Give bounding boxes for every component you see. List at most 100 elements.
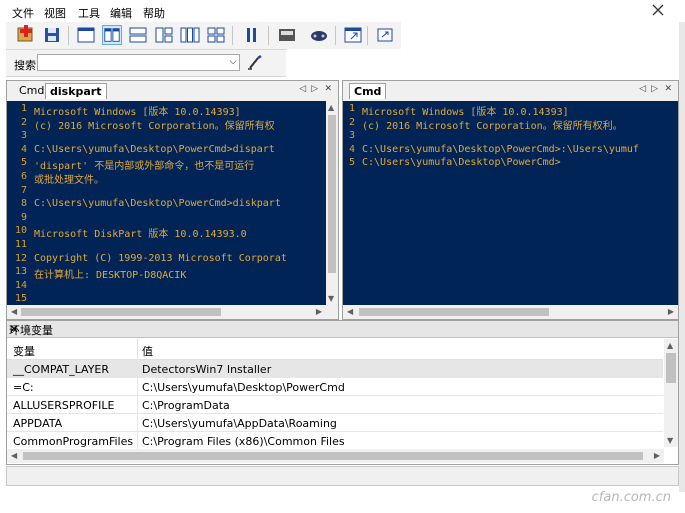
layout-horizontal-split-icon[interactable]	[128, 25, 148, 45]
layout-grid-icon[interactable]	[206, 25, 226, 45]
variable-value-cell: DetectorsWin7 Installer	[142, 363, 272, 376]
menu-view[interactable]: 视图	[44, 5, 66, 21]
table-row[interactable]: CommonProgramFiles C:\Program Files (x86)…	[7, 432, 663, 450]
column-divider	[137, 396, 138, 414]
console-line: (c) 2016 Microsoft Corporation。保留所有权利。	[362, 120, 623, 132]
line-number: 7	[20, 184, 27, 196]
console-line: C:\Users\yumufa\Desktop\PowerCmd>diskpar…	[34, 198, 281, 210]
tab-prev-icon[interactable]: ◁	[299, 84, 306, 94]
chevron-down-icon[interactable]: ⌵	[228, 55, 238, 70]
horizontal-scrollbar[interactable]: ◀ ▶	[7, 449, 664, 463]
layout-three-pane-icon[interactable]	[154, 25, 174, 45]
console-line: (c) 2016 Microsoft Corporation。保留所有权	[34, 120, 275, 132]
tab-diskpart[interactable]: diskpart	[45, 83, 107, 99]
toolbar-separator	[335, 26, 336, 45]
layout-vertical-split-icon[interactable]	[102, 25, 122, 45]
scroll-left-icon[interactable]: ◀	[347, 307, 353, 316]
scroll-left-icon[interactable]: ◀	[11, 451, 17, 460]
line-number: 9	[20, 211, 27, 223]
window-close-icon[interactable]	[639, 2, 679, 18]
line-number: 15	[14, 293, 27, 305]
menu-help[interactable]: 帮助	[143, 5, 165, 21]
toolbar-separator	[232, 26, 233, 45]
scroll-left-icon[interactable]: ◀	[11, 307, 17, 316]
scroll-thumb[interactable]	[328, 115, 336, 273]
search-bar: 搜索 ⌵	[6, 50, 286, 77]
console-output[interactable]: 1 Microsoft Windows [版本 10.0.14393] 2 (c) 2…	[343, 101, 678, 305]
scroll-right-icon[interactable]: ▶	[654, 451, 660, 460]
status-bar	[6, 466, 679, 486]
calculator-icon[interactable]	[277, 25, 297, 45]
horizontal-scrollbar[interactable]: ◀ ▶	[7, 305, 326, 319]
toolbar-separator	[68, 26, 69, 45]
variable-name-cell: =C:	[13, 381, 34, 394]
line-number: 5	[348, 157, 355, 169]
tab-cmd[interactable]: Cmd	[15, 83, 48, 99]
vertical-scrollbar[interactable]: ▲ ▼	[326, 101, 338, 305]
menu-file[interactable]: 文件	[12, 5, 34, 21]
column-header-value[interactable]: 值	[142, 343, 153, 359]
line-number: 12	[14, 252, 27, 264]
toolbar-separator	[367, 26, 368, 45]
scroll-thumb[interactable]	[23, 452, 643, 460]
variable-value-cell: C:\Users\yumufa\Desktop\PowerCmd	[142, 381, 345, 394]
console-line: Copyright (C) 1999-2013 Microsoft Corpor…	[34, 252, 287, 264]
export-icon[interactable]	[375, 25, 395, 45]
column-divider[interactable]	[137, 339, 138, 359]
close-icon[interactable]: ✕	[9, 322, 673, 336]
table-row[interactable]: =C: C:\Users\yumufa\Desktop\PowerCmd	[7, 378, 663, 396]
scroll-up-icon[interactable]: ▲	[667, 341, 673, 350]
variable-value-cell: C:\ProgramData	[142, 399, 230, 412]
variable-value-cell: C:\Program Files (x86)\Common Files	[142, 435, 345, 448]
horizontal-scrollbar[interactable]: ◀ ▶	[343, 305, 678, 319]
scroll-down-icon[interactable]: ▼	[667, 436, 673, 445]
menu-edit[interactable]: 编辑	[110, 5, 132, 21]
line-number: 4	[20, 143, 27, 155]
table-row[interactable]: ALLUSERSPROFILE C:\ProgramData	[7, 396, 663, 414]
tab-next-icon[interactable]: ▷	[651, 84, 658, 94]
tab-next-icon[interactable]: ▷	[311, 84, 318, 94]
scroll-thumb[interactable]	[666, 353, 676, 383]
tab-cmd[interactable]: Cmd	[349, 83, 387, 99]
open-window-icon[interactable]	[343, 25, 363, 45]
pane-close-icon[interactable]: ✕	[324, 84, 332, 94]
background-window-edge	[679, 22, 685, 492]
line-number: 10	[14, 225, 27, 237]
pane-close-icon[interactable]: ✕	[664, 84, 672, 94]
env-table-header: 变量 值	[7, 339, 663, 360]
search-input[interactable]	[37, 54, 240, 71]
pause-icon[interactable]	[242, 25, 262, 45]
scroll-right-icon[interactable]: ▶	[316, 307, 322, 316]
new-session-icon[interactable]	[16, 25, 36, 45]
line-number: 6	[20, 171, 27, 182]
left-console-pane: Cmd diskpart ◁ ▷ ✕ 1 Microsoft Windows [版…	[6, 80, 339, 320]
console-output[interactable]: 1 Microsoft Windows [版本 10.0.14393] 2 (c) 2…	[7, 101, 326, 305]
menu-tools[interactable]: 工具	[78, 5, 100, 21]
tab-prev-icon[interactable]: ◁	[639, 84, 646, 94]
console-line: 或批处理文件。	[34, 175, 104, 186]
scroll-right-icon[interactable]: ▶	[668, 307, 674, 316]
scroll-thumb[interactable]	[359, 308, 549, 316]
line-number: 11	[14, 239, 27, 250]
brush-icon[interactable]	[246, 54, 264, 72]
layout-single-icon[interactable]	[76, 25, 96, 45]
table-row[interactable]: APPDATA C:\Users\yumufa\AppData\Roaming	[7, 414, 663, 432]
layout-three-columns-icon[interactable]	[180, 25, 200, 45]
vertical-scrollbar[interactable]: ▲ ▼	[664, 339, 678, 447]
toolbar-separator	[268, 26, 269, 45]
table-row[interactable]: __COMPAT_LAYER DetectorsWin7 Installer	[7, 360, 663, 378]
toolbar	[6, 22, 287, 50]
line-number: 1	[20, 103, 27, 114]
scroll-up-icon[interactable]: ▲	[328, 103, 334, 112]
save-icon[interactable]	[42, 25, 62, 45]
console-line: C:\Users\yumufa\Desktop\PowerCmd>:\Users…	[362, 143, 639, 155]
gamepad-icon[interactable]	[309, 25, 329, 45]
scroll-down-icon[interactable]: ▼	[328, 294, 334, 303]
variable-name-cell: APPDATA	[13, 417, 63, 430]
line-number: 2	[348, 116, 355, 128]
right-console-pane: Cmd ◁ ▷ ✕ 1 Microsoft Windows [版本 10.0.14…	[342, 80, 679, 320]
scroll-thumb[interactable]	[21, 308, 221, 316]
line-number: 4	[348, 143, 355, 155]
column-divider	[137, 414, 138, 432]
column-header-variable[interactable]: 变量	[13, 343, 35, 359]
